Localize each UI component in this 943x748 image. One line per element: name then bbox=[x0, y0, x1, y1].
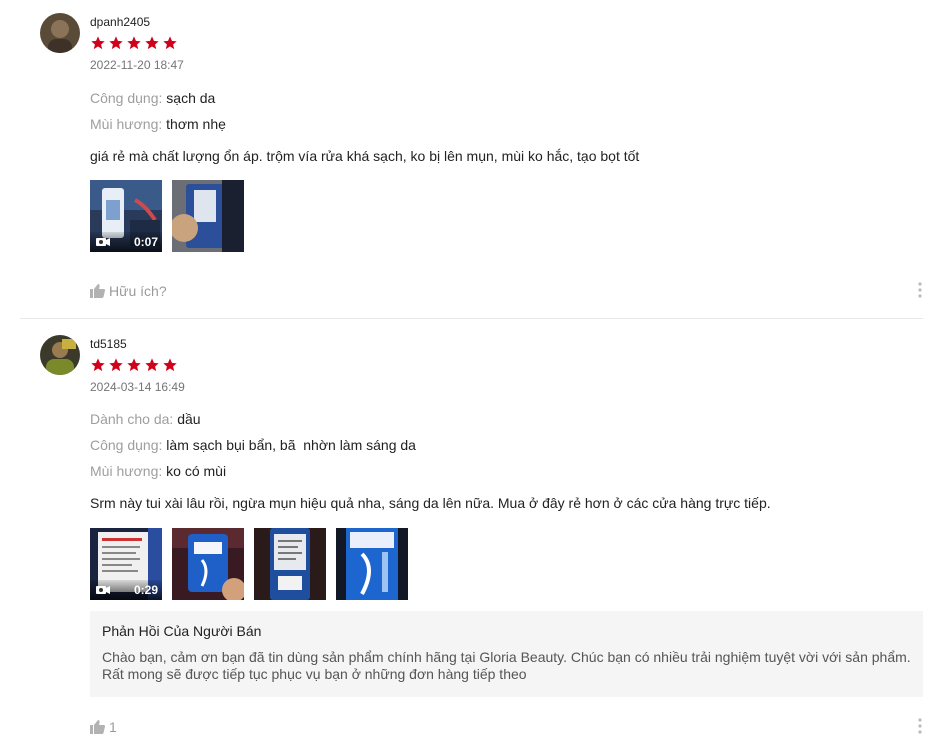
review-attribute: Mùi hương: thơm nhẹ bbox=[90, 116, 226, 132]
attribute-value: dầu bbox=[177, 411, 201, 427]
attribute-value: ko có mùi bbox=[166, 463, 227, 479]
star-icon bbox=[126, 35, 142, 51]
attribute-key: Công dụng: bbox=[90, 90, 163, 106]
review-text: giá rẻ mà chất lượng ổn áp. trộm vía rửa… bbox=[90, 148, 640, 164]
thumbs-up-icon bbox=[90, 284, 105, 298]
attribute-value: sạch da bbox=[166, 90, 216, 106]
attribute-key: Công dụng: bbox=[90, 437, 163, 453]
helpful-label: Hữu ích? bbox=[109, 283, 167, 299]
attribute-value: thơm nhẹ bbox=[166, 116, 226, 132]
star-icon bbox=[144, 357, 160, 373]
attribute-value: làm sạch bụi bẩn, bã nhờn làm sáng da bbox=[166, 437, 416, 453]
star-icon bbox=[162, 357, 178, 373]
attribute-key: Mùi hương: bbox=[90, 463, 163, 479]
star-icon bbox=[144, 35, 160, 51]
image-thumbnail[interactable] bbox=[172, 180, 244, 252]
image-thumbnail[interactable] bbox=[254, 528, 326, 600]
video-camera-icon bbox=[96, 586, 110, 594]
review-date: 2022-11-20 18:47 bbox=[90, 58, 184, 72]
review-attribute: Mùi hương: ko có mùi bbox=[90, 463, 226, 479]
video-thumbnail[interactable]: 0:07 bbox=[90, 180, 162, 252]
image-thumbnail[interactable] bbox=[336, 528, 408, 600]
more-vertical-icon[interactable] bbox=[917, 282, 923, 298]
review-text: Srm này tui xài lâu rồi, ngừa mụn hiệu q… bbox=[90, 495, 771, 511]
seller-reply-line: Chào bạn, cảm ơn bạn đã tin dùng sản phẩ… bbox=[102, 649, 911, 665]
star-icon bbox=[90, 35, 106, 51]
seller-reply-title: Phản Hồi Của Người Bán bbox=[102, 623, 262, 639]
helpful-count: 1 bbox=[109, 719, 117, 735]
star-icon bbox=[162, 35, 178, 51]
star-icon bbox=[90, 357, 106, 373]
review-attribute: Dành cho da: dầu bbox=[90, 411, 201, 427]
seller-reply: Phản Hồi Của Người Bán Chào bạn, cảm ơn … bbox=[90, 611, 923, 697]
video-camera-icon bbox=[96, 238, 110, 246]
video-duration: 0:07 bbox=[133, 235, 158, 249]
review-attribute: Công dụng: sạch da bbox=[90, 90, 215, 106]
video-overlay: 0:29 bbox=[90, 580, 162, 600]
seller-reply-text: Chào bạn, cảm ơn bạn đã tin dùng sản phẩ… bbox=[102, 649, 911, 683]
avatar[interactable] bbox=[40, 13, 80, 53]
reviewer-name[interactable]: td5185 bbox=[90, 337, 127, 351]
reviewer-name[interactable]: dpanh2405 bbox=[90, 15, 150, 29]
review-attribute: Công dụng: làm sạch bụi bẩn, bã nhờn làm… bbox=[90, 437, 416, 453]
attribute-key: Mùi hương: bbox=[90, 116, 163, 132]
video-thumbnail[interactable]: 0:29 bbox=[90, 528, 162, 600]
seller-reply-line: Rất mong sẽ được tiếp tục phục vụ bạn ở … bbox=[102, 666, 527, 682]
review-divider bbox=[20, 318, 923, 319]
avatar[interactable] bbox=[40, 335, 80, 375]
star-icon bbox=[108, 35, 124, 51]
video-overlay: 0:07 bbox=[90, 232, 162, 252]
review-date: 2024-03-14 16:49 bbox=[90, 380, 185, 394]
image-thumbnail[interactable] bbox=[172, 528, 244, 600]
attribute-key: Dành cho da: bbox=[90, 411, 174, 427]
helpful-button[interactable]: 1 bbox=[90, 719, 117, 735]
video-duration: 0:29 bbox=[133, 583, 158, 597]
rating-stars bbox=[90, 357, 178, 373]
helpful-button[interactable]: Hữu ích? bbox=[90, 283, 167, 299]
more-vertical-icon[interactable] bbox=[917, 718, 923, 734]
review-media: 0:07 bbox=[90, 180, 244, 252]
rating-stars bbox=[90, 35, 178, 51]
review-media: 0:29 bbox=[90, 528, 408, 600]
star-icon bbox=[108, 357, 124, 373]
thumbs-up-icon bbox=[90, 720, 105, 734]
star-icon bbox=[126, 357, 142, 373]
